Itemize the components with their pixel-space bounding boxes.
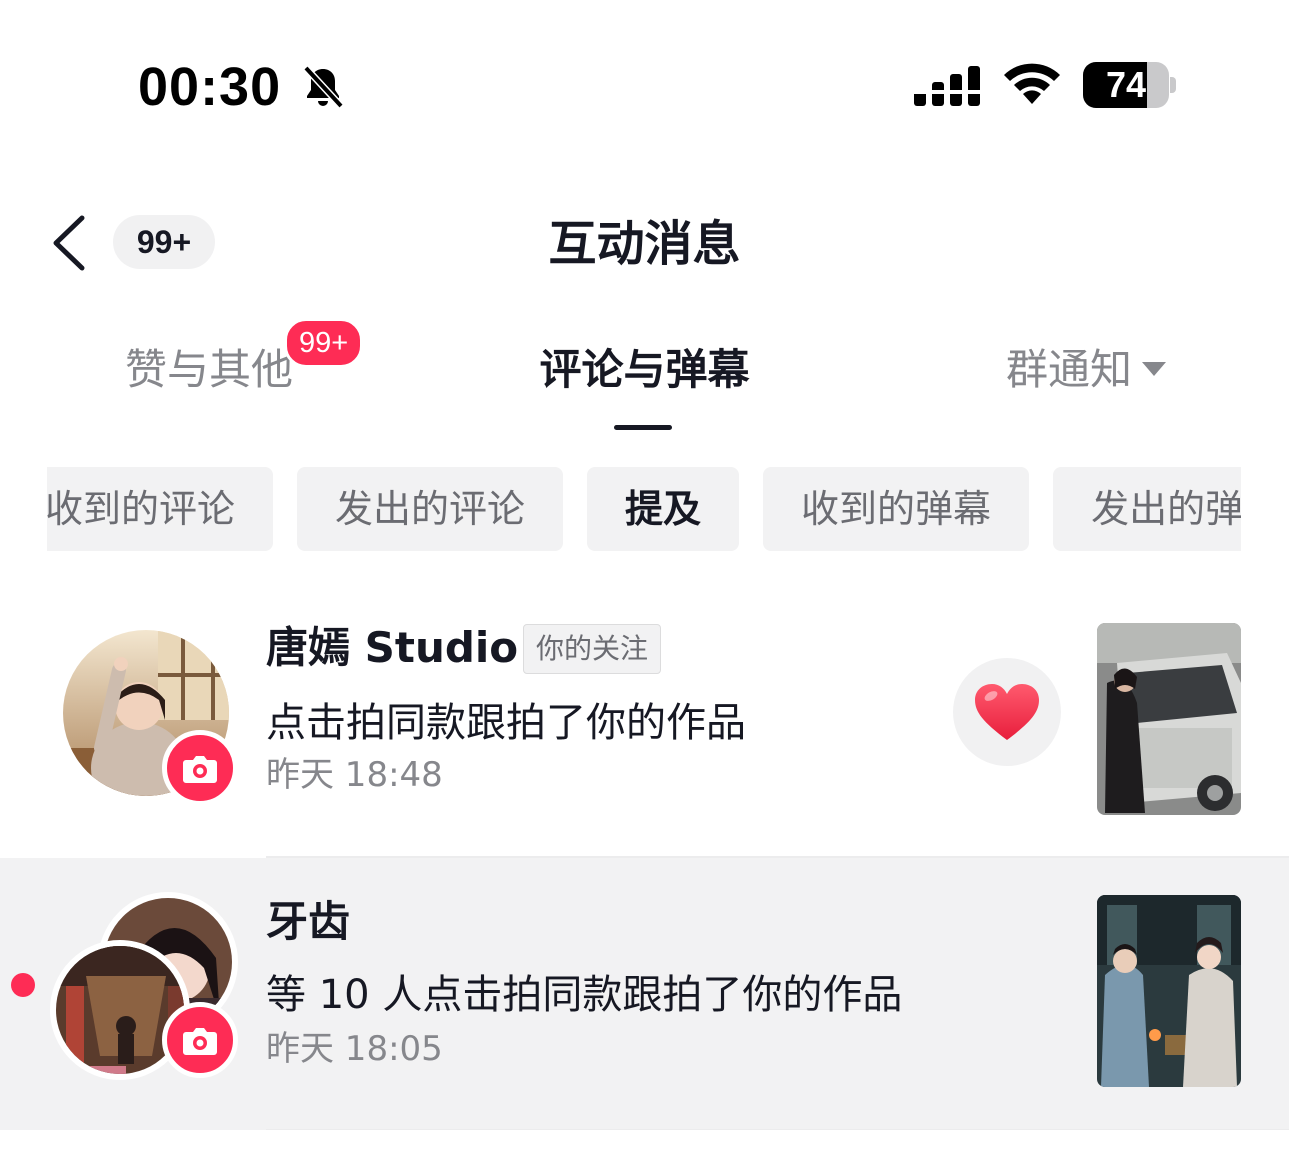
battery-icon: 74 bbox=[1083, 62, 1169, 108]
battery-percent: 74 bbox=[1105, 64, 1147, 105]
status-time: 00:30 bbox=[138, 57, 282, 117]
notification-text: 等 10 人点击拍同款跟拍了你的作品 bbox=[266, 972, 903, 1018]
camera-icon bbox=[183, 756, 217, 783]
notification-time: 昨天 18:48 bbox=[266, 755, 443, 795]
thumbnail-image bbox=[1097, 623, 1241, 815]
camera-badge bbox=[162, 730, 238, 806]
tab-comments-and-danmaku[interactable]: 评论与弹幕 bbox=[539, 345, 749, 394]
thumbnail-image bbox=[1097, 895, 1241, 1087]
like-button[interactable] bbox=[953, 658, 1061, 766]
following-tag: 你的关注 bbox=[523, 624, 662, 674]
video-thumbnail[interactable] bbox=[1097, 895, 1241, 1087]
battery-tip bbox=[1170, 77, 1176, 93]
username[interactable]: 唐嫣 Studio bbox=[266, 620, 518, 676]
caret-down-icon bbox=[1142, 361, 1167, 376]
chip-sent-comments[interactable]: 发出的评论 bbox=[297, 467, 564, 551]
unread-dot bbox=[11, 973, 35, 997]
video-thumbnail[interactable] bbox=[1097, 623, 1241, 815]
page-title: 互动消息 bbox=[548, 216, 741, 272]
active-tab-indicator bbox=[614, 425, 672, 430]
camera-badge bbox=[162, 1002, 238, 1078]
chip-received-danmaku[interactable]: 收到的弹幕 bbox=[763, 467, 1030, 551]
notification-row[interactable]: 唐嫣 Studio 你的关注 点击拍同款跟拍了你的作品 昨天 18:48 bbox=[0, 598, 1289, 856]
filter-chip-bar[interactable]: 收到的评论 发出的评论 提及 收到的弹幕 发出的弹幕 bbox=[47, 467, 1241, 551]
bell-slash-icon bbox=[303, 65, 344, 109]
chip-sent-danmaku[interactable]: 发出的弹幕 bbox=[1053, 467, 1241, 551]
camera-icon bbox=[183, 1028, 217, 1055]
chip-received-comments[interactable]: 收到的评论 bbox=[47, 467, 274, 551]
filter-chip-track: 收到的评论 发出的评论 提及 收到的弹幕 发出的弹幕 bbox=[47, 467, 1241, 551]
wifi-icon bbox=[1004, 63, 1060, 104]
chip-mentions[interactable]: 提及 bbox=[587, 467, 740, 551]
tab-likes-and-others[interactable]: 赞与其他 bbox=[125, 338, 293, 402]
username[interactable]: 牙齿 bbox=[266, 894, 350, 950]
tab-group-notifications[interactable]: 群通知 bbox=[1006, 338, 1167, 402]
tab-group-label: 群通知 bbox=[1006, 345, 1133, 394]
notification-row[interactable]: 牙齿 等 10 人点击拍同款跟拍了你的作品 昨天 18:05 bbox=[0, 858, 1289, 1130]
status-bar: 00:30 74 bbox=[0, 0, 1289, 175]
notification-text: 点击拍同款跟拍了你的作品 bbox=[266, 700, 746, 746]
heart-icon bbox=[975, 684, 1039, 740]
cellular-signal-icon bbox=[914, 66, 980, 106]
tab-likes-badge: 99+ bbox=[284, 318, 364, 368]
notification-row-partial[interactable] bbox=[0, 1130, 1289, 1166]
notification-time: 昨天 18:05 bbox=[266, 1029, 443, 1069]
